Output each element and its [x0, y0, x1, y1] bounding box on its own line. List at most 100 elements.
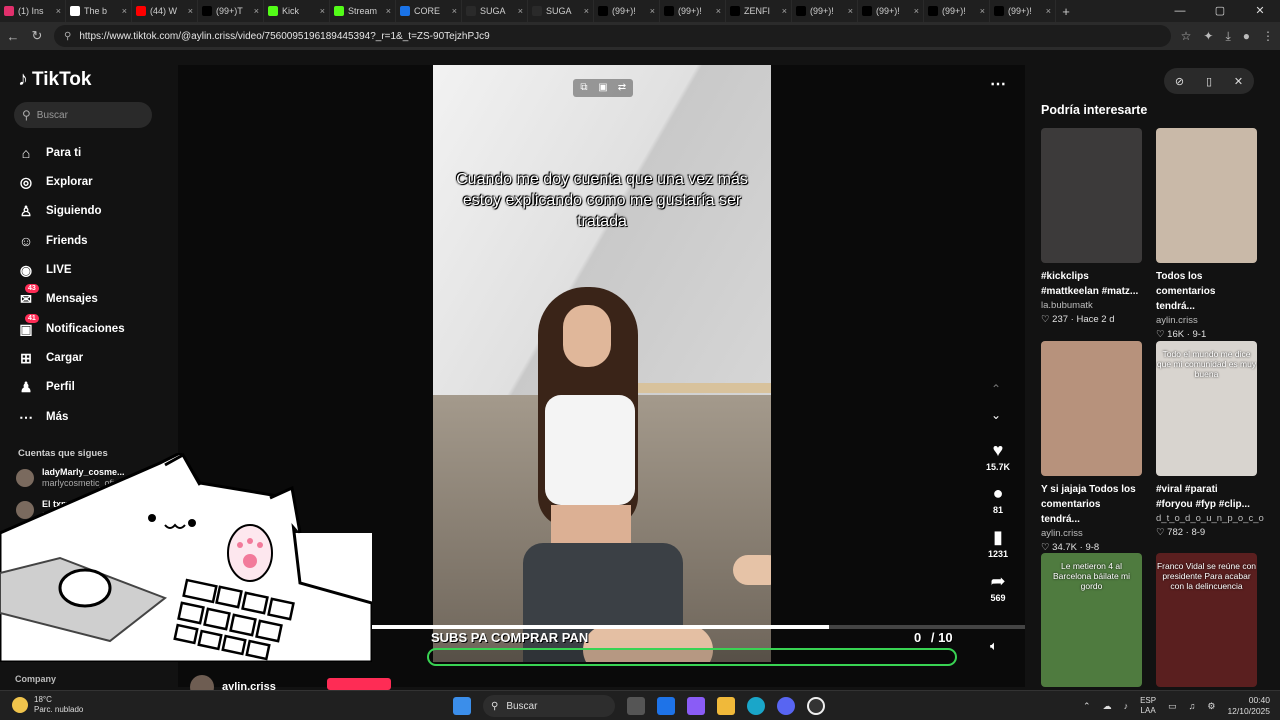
recommendation-card[interactable]: Y si jajaja Todos los comentarios tendrá… [1041, 341, 1142, 553]
settings-tray-icon[interactable]: ⚙ [1207, 701, 1215, 712]
picture-in-picture-icon[interactable]: ⧉ [576, 79, 592, 97]
sidebar-item-explorar[interactable]: ◎ Explorar [18, 171, 93, 193]
sidebar-item-live[interactable]: ◉ LIVE [18, 259, 72, 281]
card-author[interactable]: aylin.criss [1156, 315, 1257, 326]
tab-close-icon[interactable]: × [188, 6, 193, 16]
tab-close-icon[interactable]: × [980, 6, 985, 16]
save-button[interactable]: ▮ 1231 [982, 527, 1014, 559]
video-thumbnail[interactable]: Le metieron 4 al Barcelona báilate mi go… [1041, 553, 1142, 687]
sidebar-item-cargar[interactable]: ⊞ Cargar [18, 347, 83, 369]
sidebar-item-notificaciones[interactable]: ▣ 41 Notificaciones [18, 314, 125, 340]
tab-close-icon[interactable]: × [914, 6, 919, 16]
device-icon[interactable]: ▯ [1206, 75, 1212, 88]
live-indicator-icon[interactable]: ⊘ [1175, 75, 1184, 88]
tab-close-icon[interactable]: × [716, 6, 721, 16]
card-author[interactable]: d_t_o_d_o_u_n_p_o_c_o [1156, 513, 1264, 524]
recommendation-card[interactable]: #kickclips #mattkeelan #matz... la.bubuma… [1041, 128, 1142, 325]
tab-close-icon[interactable]: × [386, 6, 391, 16]
copilot-icon[interactable] [687, 697, 705, 715]
card-author[interactable]: aylin.criss [1041, 528, 1142, 539]
mic-icon[interactable]: ♪ [1124, 701, 1129, 711]
browser-tab[interactable]: CORE × [396, 0, 462, 22]
search-input[interactable] [36, 109, 137, 121]
tiktok-logo[interactable]: ♪ TikTok [18, 68, 91, 91]
browser-tab[interactable]: (44) W × [132, 0, 198, 22]
tab-close-icon[interactable]: × [518, 6, 523, 16]
browser-tab[interactable]: (99+)! × [792, 0, 858, 22]
sidebar-item-mas[interactable]: ⋯ Más [18, 406, 68, 428]
video-thumbnail[interactable]: Franco Vidal se reúne con presidente Par… [1156, 553, 1257, 687]
edge-browser-icon[interactable] [747, 697, 765, 715]
search-box[interactable]: ⚲ [14, 102, 152, 128]
tab-close-icon[interactable]: × [782, 6, 787, 16]
video-progress-bar[interactable] [372, 625, 1025, 629]
bookmark-star-icon[interactable]: ☆ [1181, 29, 1192, 44]
task-view-icon[interactable] [627, 697, 645, 715]
browser-tab[interactable]: SUGA × [462, 0, 528, 22]
weather-widget[interactable]: 18°C Parc. nublado [12, 695, 83, 715]
windows-start-icon[interactable] [453, 697, 471, 715]
new-tab-button[interactable]: + [1056, 4, 1076, 19]
browser-tab[interactable]: (99+)! × [924, 0, 990, 22]
reload-button[interactable]: ↻ [30, 28, 44, 44]
more-options-icon[interactable]: ⋯ [990, 74, 1006, 94]
network-icon[interactable]: ☁ [1103, 701, 1112, 712]
recommendation-card[interactable]: Todo el mundo me dice que mi comunidad e… [1156, 341, 1264, 538]
site-info-icon[interactable]: ⚲ [64, 31, 71, 42]
obs-icon[interactable] [807, 697, 825, 715]
tab-close-icon[interactable]: × [848, 6, 853, 16]
store-icon[interactable] [657, 697, 675, 715]
tab-close-icon[interactable]: × [56, 6, 61, 16]
tab-close-icon[interactable]: × [584, 6, 589, 16]
language-indicator[interactable]: ESP LAA [1140, 696, 1156, 716]
comment-button[interactable]: ● 81 [982, 483, 1014, 515]
sidebar-item-siguiendo[interactable]: ♙ Siguiendo [18, 200, 102, 222]
next-video-icon[interactable]: ⌄ [991, 408, 1001, 422]
browser-tab[interactable]: (99+)T × [198, 0, 264, 22]
clock[interactable]: 00:40 12/10/2025 [1227, 695, 1270, 717]
url-field[interactable]: ⚲ https://www.tiktok.com/@aylin.criss/vi… [54, 25, 1171, 47]
tab-close-icon[interactable]: × [452, 6, 457, 16]
tray-chevron-icon[interactable]: ⌃ [1083, 701, 1091, 712]
close-window-button[interactable]: ✕ [1240, 0, 1280, 22]
sidebar-item-mensajes[interactable]: ✉ 43 Mensajes [18, 284, 98, 310]
share-button[interactable]: ➦ 569 [982, 571, 1014, 603]
sidebar-item-para-ti[interactable]: ⌂ Para ti [18, 142, 81, 164]
browser-tab[interactable]: Stream × [330, 0, 396, 22]
file-explorer-icon[interactable] [717, 697, 735, 715]
browser-tab[interactable]: (99+)! × [858, 0, 924, 22]
video-thumbnail[interactable] [1041, 128, 1142, 263]
volume-tray-icon[interactable]: ♫ [1189, 701, 1196, 711]
volume-icon[interactable]: 🔈︎ [990, 638, 998, 654]
browser-tab[interactable]: (99+)! × [990, 0, 1056, 22]
video-thumbnail[interactable]: Todo el mundo me dice que mi comunidad e… [1156, 341, 1257, 476]
downloads-icon[interactable]: ⤓ [1225, 29, 1230, 44]
browser-tab[interactable]: SUGA × [528, 0, 594, 22]
browser-menu-icon[interactable]: ⋮ [1262, 29, 1274, 44]
minimize-button[interactable]: — [1160, 0, 1200, 22]
tab-close-icon[interactable]: × [320, 6, 325, 16]
browser-tab[interactable]: (99+)! × [594, 0, 660, 22]
video-thumbnail[interactable] [1041, 341, 1142, 476]
recommendation-card[interactable]: Todos los comentarios tendrá... aylin.cri… [1156, 128, 1257, 340]
browser-tab[interactable]: ZENFI × [726, 0, 792, 22]
tab-close-icon[interactable]: × [1046, 6, 1051, 16]
card-author[interactable]: la.bubumatk [1041, 300, 1142, 311]
browser-tab[interactable]: The b × [66, 0, 132, 22]
like-button[interactable]: ♥ 15.7K [982, 440, 1014, 472]
tab-close-icon[interactable]: × [122, 6, 127, 16]
back-button[interactable]: ← [6, 29, 20, 44]
recommendation-card[interactable]: Franco Vidal se reúne con presidente Par… [1156, 553, 1257, 687]
video-thumbnail[interactable] [1156, 128, 1257, 263]
maximize-button[interactable]: ▢ [1200, 0, 1240, 22]
browser-tab[interactable]: (1) Ins × [0, 0, 66, 22]
translate-icon[interactable]: ⇄ [614, 79, 630, 97]
tab-close-icon[interactable]: × [254, 6, 259, 16]
follow-button[interactable] [327, 678, 391, 690]
previous-video-icon[interactable]: ⌃ [991, 382, 1001, 396]
taskbar-search[interactable]: ⚲ Buscar [483, 695, 615, 717]
display-icon[interactable]: ▭ [1168, 701, 1177, 712]
recommendation-card[interactable]: Le metieron 4 al Barcelona báilate mi go… [1041, 553, 1142, 687]
tab-close-icon[interactable]: × [650, 6, 655, 16]
browser-tab[interactable]: Kick × [264, 0, 330, 22]
